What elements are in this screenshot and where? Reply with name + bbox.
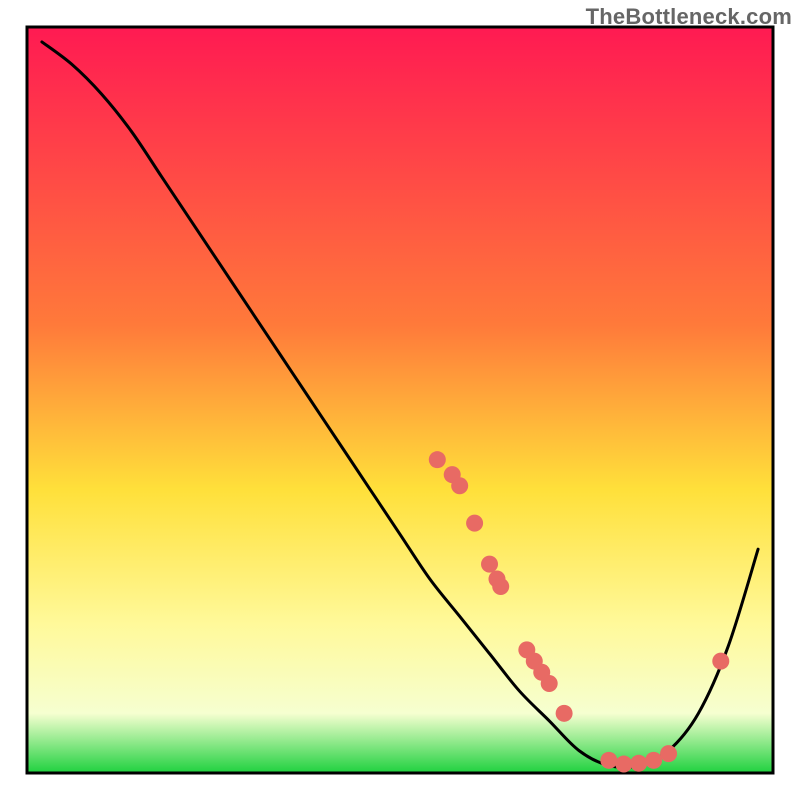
- sample-point: [630, 755, 647, 772]
- sample-point: [541, 675, 558, 692]
- bottleneck-chart: TheBottleneck.com: [0, 0, 800, 800]
- sample-point: [615, 756, 632, 773]
- gradient-background: [27, 27, 773, 773]
- sample-point: [492, 578, 509, 595]
- watermark-text: TheBottleneck.com: [586, 4, 792, 30]
- sample-point: [712, 653, 729, 670]
- sample-point: [481, 556, 498, 573]
- sample-point: [660, 745, 677, 762]
- sample-point: [556, 705, 573, 722]
- sample-point: [600, 752, 617, 769]
- sample-point: [466, 515, 483, 532]
- sample-point: [451, 477, 468, 494]
- sample-point: [429, 451, 446, 468]
- chart-svg: [0, 0, 800, 800]
- sample-point: [645, 752, 662, 769]
